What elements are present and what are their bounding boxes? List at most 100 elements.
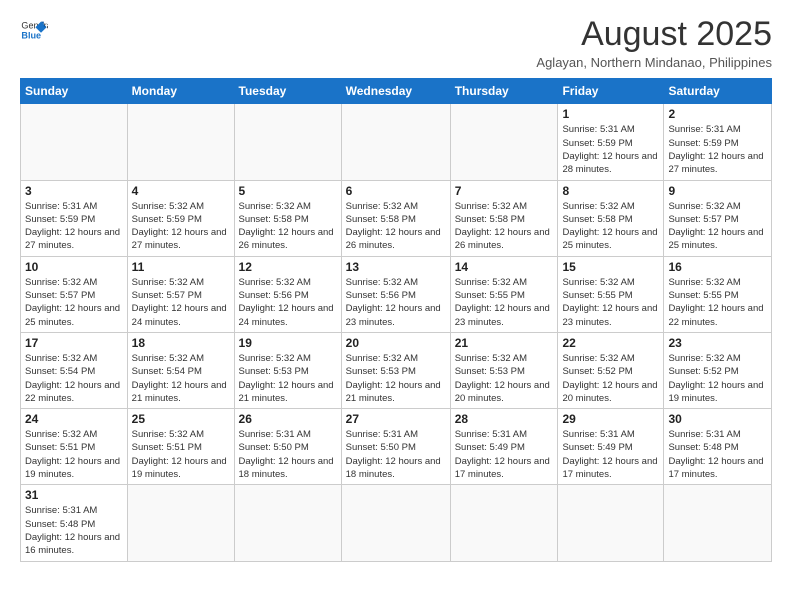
- table-row: [234, 104, 341, 180]
- cell-info: Sunrise: 5:31 AM Sunset: 5:48 PM Dayligh…: [668, 428, 767, 481]
- table-row: 8 Sunrise: 5:32 AM Sunset: 5:58 PM Daylig…: [558, 180, 664, 256]
- table-row: 30Sunrise: 5:31 AM Sunset: 5:48 PM Dayli…: [664, 409, 772, 485]
- cell-date: 28: [455, 412, 554, 426]
- table-row: 27 Sunrise: 5:31 AM Sunset: 5:50 PM Dayli…: [341, 409, 450, 485]
- table-row: [450, 485, 558, 561]
- table-row: 12Sunrise: 5:32 AM Sunset: 5:56 PM Dayli…: [234, 256, 341, 332]
- table-row: 31Sunrise: 5:31 AM Sunset: 5:48 PM Dayli…: [21, 485, 128, 561]
- cell-date: 27: [346, 412, 446, 426]
- cell-info: Sunrise: 5:32 AM Sunset: 5:51 PM Dayligh…: [25, 428, 123, 481]
- calendar-table: Sunday Monday Tuesday Wednesday Thursday…: [20, 78, 772, 561]
- table-row: 13 Sunrise: 5:32 AM Sunset: 5:56 PM Dayli…: [341, 256, 450, 332]
- table-row: 10Sunrise: 5:32 AM Sunset: 5:57 PM Dayli…: [21, 256, 128, 332]
- cell-info: Sunrise: 5:32 AM Sunset: 5:55 PM Dayligh…: [562, 276, 659, 329]
- month-year: August 2025: [536, 16, 772, 53]
- cell-info: Sunrise: 5:32 AM Sunset: 5:52 PM Dayligh…: [562, 352, 659, 405]
- table-row: 18Sunrise: 5:32 AM Sunset: 5:54 PM Dayli…: [127, 332, 234, 408]
- table-row: [664, 485, 772, 561]
- cell-info: Sunrise: 5:32 AM Sunset: 5:57 PM Dayligh…: [132, 276, 230, 329]
- cell-info: Sunrise: 5:32 AM Sunset: 5:53 PM Dayligh…: [239, 352, 337, 405]
- table-row: 16 Sunrise: 5:32 AM Sunset: 5:55 PM Dayli…: [664, 256, 772, 332]
- cell-date: 22: [562, 336, 659, 350]
- cell-date: 25: [132, 412, 230, 426]
- calendar-header-row: Sunday Monday Tuesday Wednesday Thursday…: [21, 79, 772, 104]
- cell-date: 21: [455, 336, 554, 350]
- cell-date: 15: [562, 260, 659, 274]
- table-row: 9 Sunrise: 5:32 AM Sunset: 5:57 PM Daylig…: [664, 180, 772, 256]
- table-row: 29 Sunrise: 5:31 AM Sunset: 5:49 PM Dayli…: [558, 409, 664, 485]
- cell-date: 14: [455, 260, 554, 274]
- cell-date: 18: [132, 336, 230, 350]
- table-row: [558, 485, 664, 561]
- cell-date: 13: [346, 260, 446, 274]
- table-row: 15 Sunrise: 5:32 AM Sunset: 5:55 PM Dayli…: [558, 256, 664, 332]
- table-row: 6 Sunrise: 5:32 AM Sunset: 5:58 PM Daylig…: [341, 180, 450, 256]
- table-row: [341, 104, 450, 180]
- cell-info: Sunrise: 5:31 AM Sunset: 5:49 PM Dayligh…: [562, 428, 659, 481]
- cell-info: Sunrise: 5:32 AM Sunset: 5:58 PM Dayligh…: [239, 200, 337, 253]
- col-wednesday: Wednesday: [341, 79, 450, 104]
- table-row: 11 Sunrise: 5:32 AM Sunset: 5:57 PM Dayli…: [127, 256, 234, 332]
- cell-date: 24: [25, 412, 123, 426]
- col-tuesday: Tuesday: [234, 79, 341, 104]
- table-row: 21Sunrise: 5:32 AM Sunset: 5:53 PM Dayli…: [450, 332, 558, 408]
- cell-info: Sunrise: 5:31 AM Sunset: 5:59 PM Dayligh…: [25, 200, 123, 253]
- cell-date: 9: [668, 184, 767, 198]
- table-row: 1 Sunrise: 5:31 AM Sunset: 5:59 PM Daylig…: [558, 104, 664, 180]
- col-monday: Monday: [127, 79, 234, 104]
- cell-date: 17: [25, 336, 123, 350]
- col-friday: Friday: [558, 79, 664, 104]
- cell-date: 23: [668, 336, 767, 350]
- cell-date: 11: [132, 260, 230, 274]
- cell-date: 4: [132, 184, 230, 198]
- cell-date: 29: [562, 412, 659, 426]
- table-row: 26Sunrise: 5:31 AM Sunset: 5:50 PM Dayli…: [234, 409, 341, 485]
- table-row: 7 Sunrise: 5:32 AM Sunset: 5:58 PM Daylig…: [450, 180, 558, 256]
- cell-date: 5: [239, 184, 337, 198]
- cell-date: 1: [562, 107, 659, 121]
- table-row: 20 Sunrise: 5:32 AM Sunset: 5:53 PM Dayli…: [341, 332, 450, 408]
- cell-date: 8: [562, 184, 659, 198]
- cell-info: Sunrise: 5:32 AM Sunset: 5:52 PM Dayligh…: [668, 352, 767, 405]
- cell-info: Sunrise: 5:31 AM Sunset: 5:50 PM Dayligh…: [346, 428, 446, 481]
- cell-info: Sunrise: 5:32 AM Sunset: 5:56 PM Dayligh…: [346, 276, 446, 329]
- cell-info: Sunrise: 5:31 AM Sunset: 5:48 PM Dayligh…: [25, 504, 123, 557]
- location: Aglayan, Northern Mindanao, Philippines: [536, 55, 772, 70]
- table-row: [450, 104, 558, 180]
- table-row: 2Sunrise: 5:31 AM Sunset: 5:59 PM Daylig…: [664, 104, 772, 180]
- cell-info: Sunrise: 5:31 AM Sunset: 5:49 PM Dayligh…: [455, 428, 554, 481]
- cell-info: Sunrise: 5:32 AM Sunset: 5:58 PM Dayligh…: [455, 200, 554, 253]
- cell-info: Sunrise: 5:32 AM Sunset: 5:51 PM Dayligh…: [132, 428, 230, 481]
- table-row: 19 Sunrise: 5:32 AM Sunset: 5:53 PM Dayli…: [234, 332, 341, 408]
- cell-date: 12: [239, 260, 337, 274]
- cell-date: 19: [239, 336, 337, 350]
- table-row: 22 Sunrise: 5:32 AM Sunset: 5:52 PM Dayli…: [558, 332, 664, 408]
- cell-info: Sunrise: 5:32 AM Sunset: 5:58 PM Dayligh…: [562, 200, 659, 253]
- cell-date: 6: [346, 184, 446, 198]
- cell-date: 2: [668, 107, 767, 121]
- table-row: [341, 485, 450, 561]
- cell-date: 3: [25, 184, 123, 198]
- table-row: 5 Sunrise: 5:32 AM Sunset: 5:58 PM Daylig…: [234, 180, 341, 256]
- table-row: 23 Sunrise: 5:32 AM Sunset: 5:52 PM Dayli…: [664, 332, 772, 408]
- generalblue-logo-icon: General Blue: [20, 16, 48, 44]
- cell-info: Sunrise: 5:32 AM Sunset: 5:54 PM Dayligh…: [25, 352, 123, 405]
- cell-info: Sunrise: 5:32 AM Sunset: 5:57 PM Dayligh…: [668, 200, 767, 253]
- cell-date: 7: [455, 184, 554, 198]
- table-row: [127, 485, 234, 561]
- table-row: [234, 485, 341, 561]
- table-row: 24 Sunrise: 5:32 AM Sunset: 5:51 PM Dayli…: [21, 409, 128, 485]
- table-row: 4Sunrise: 5:32 AM Sunset: 5:59 PM Daylig…: [127, 180, 234, 256]
- col-saturday: Saturday: [664, 79, 772, 104]
- cell-info: Sunrise: 5:32 AM Sunset: 5:53 PM Dayligh…: [346, 352, 446, 405]
- cell-info: Sunrise: 5:32 AM Sunset: 5:55 PM Dayligh…: [668, 276, 767, 329]
- table-row: [127, 104, 234, 180]
- cell-info: Sunrise: 5:31 AM Sunset: 5:50 PM Dayligh…: [239, 428, 337, 481]
- cell-date: 20: [346, 336, 446, 350]
- cell-date: 16: [668, 260, 767, 274]
- table-row: 25 Sunrise: 5:32 AM Sunset: 5:51 PM Dayli…: [127, 409, 234, 485]
- table-row: 14Sunrise: 5:32 AM Sunset: 5:55 PM Dayli…: [450, 256, 558, 332]
- cell-info: Sunrise: 5:32 AM Sunset: 5:58 PM Dayligh…: [346, 200, 446, 253]
- cell-info: Sunrise: 5:31 AM Sunset: 5:59 PM Dayligh…: [562, 123, 659, 176]
- cell-info: Sunrise: 5:32 AM Sunset: 5:57 PM Dayligh…: [25, 276, 123, 329]
